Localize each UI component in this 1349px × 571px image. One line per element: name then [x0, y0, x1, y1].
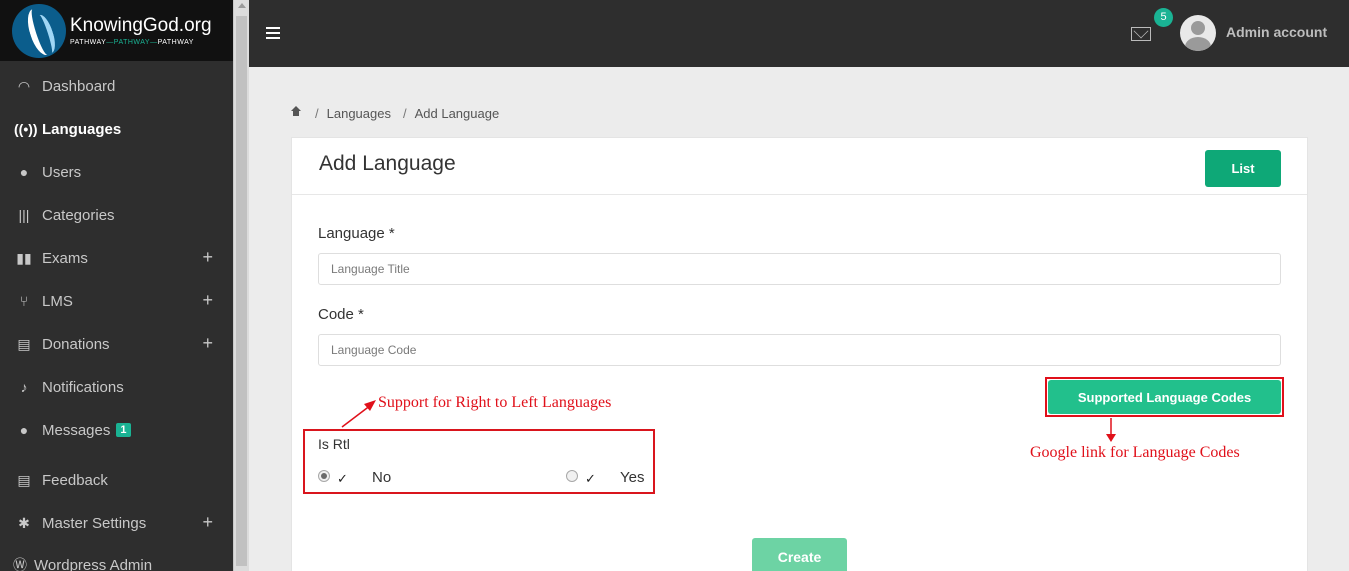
check-icon: ✓	[337, 471, 348, 486]
sidebar-item-feedback[interactable]: ▤ Feedback	[0, 465, 233, 495]
user-icon: ●	[19, 164, 29, 180]
sidebar-item-label: Master Settings	[42, 514, 147, 532]
gear-icon: ✱	[18, 514, 30, 531]
sidebar-item-lms[interactable]: ⑂ LMS +	[0, 286, 233, 316]
sidebar-item-label: Users	[42, 163, 82, 181]
rtl-no-radio[interactable]	[318, 470, 330, 482]
topbar: 5 Admin account	[249, 0, 1349, 67]
rtl-annotation: Support for Right to Left Languages	[378, 394, 612, 411]
account-name[interactable]: Admin account	[1226, 24, 1327, 40]
book-icon: ▮▮	[16, 249, 32, 266]
breadcrumb-separator: /	[315, 106, 319, 121]
sidebar-item-label: Feedback	[42, 471, 108, 489]
annotation-box-rtl	[303, 429, 655, 494]
breadcrumb-add-language: Add Language	[414, 106, 500, 121]
sidebar-item-label: Dashboard	[42, 77, 116, 95]
list-icon: ▤	[17, 471, 31, 488]
sidebar-item-users[interactable]: ● Users	[0, 157, 233, 187]
sidebar-item-label: LMS	[42, 292, 73, 310]
expand-plus-icon[interactable]: +	[202, 290, 213, 311]
rtl-yes-radio[interactable]	[566, 470, 578, 482]
sidebar-item-categories[interactable]: ||| Categories	[0, 200, 233, 230]
sidebar-item-label: Messages	[42, 421, 111, 439]
file-icon: ▤	[17, 335, 31, 352]
avatar[interactable]	[1180, 15, 1216, 51]
scrollbar-thumb[interactable]	[236, 16, 247, 566]
messages-badge: 1	[116, 423, 131, 437]
mail-count-badge: 5	[1154, 8, 1173, 27]
expand-plus-icon[interactable]: +	[202, 247, 213, 268]
sidebar: KnowingGod.org PATHWAY—PATHWAY—PATHWAY ◠…	[0, 0, 233, 571]
breadcrumb-languages[interactable]: Languages	[327, 106, 391, 121]
sidebar-item-exams[interactable]: ▮▮ Exams +	[0, 243, 233, 273]
list-button[interactable]: List	[1205, 150, 1281, 187]
gauge-icon: ◠	[17, 77, 31, 94]
codes-annotation: Google link for Language Codes	[1030, 444, 1240, 461]
wordpress-icon: Ⓦ	[13, 557, 27, 571]
is-rtl-label: Is Rtl	[318, 436, 350, 452]
expand-plus-icon[interactable]: +	[202, 512, 213, 533]
sidebar-item-label: Donations	[42, 335, 110, 353]
fork-icon: ⑂	[19, 293, 29, 309]
language-title-input[interactable]	[318, 253, 1281, 285]
check-icon: ✓	[585, 471, 596, 486]
brand-title: KnowingGod.org	[70, 15, 212, 36]
sidebar-item-label: Wordpress Admin	[34, 556, 153, 571]
sidebar-item-languages[interactable]: ((•)) Languages	[0, 114, 233, 144]
sidebar-item-messages[interactable]: ● Messages 1	[0, 415, 233, 445]
breadcrumb-separator: /	[402, 106, 407, 121]
scroll-up-icon[interactable]	[238, 3, 246, 8]
language-label: Language *	[318, 225, 395, 242]
sidebar-item-notifications[interactable]: ♪ Notifications	[0, 372, 233, 402]
sidebar-item-label: Exams	[42, 249, 88, 267]
rtl-yes-label: Yes	[620, 469, 645, 486]
home-icon[interactable]	[291, 106, 301, 118]
code-label: Code *	[318, 306, 364, 323]
logo-bar[interactable]: KnowingGod.org PATHWAY—PATHWAY—PATHWAY	[0, 0, 233, 61]
sidebar-item-master-settings[interactable]: ✱ Master Settings +	[0, 508, 233, 538]
brand-tagline: PATHWAY—PATHWAY—PATHWAY	[70, 39, 194, 46]
menu-toggle-icon[interactable]	[266, 27, 280, 42]
breadcrumb: / Languages / Add Language	[291, 106, 511, 121]
sidebar-scrollbar[interactable]	[233, 0, 249, 571]
sidebar-item-label: Languages	[42, 120, 122, 138]
card-header: Add Language List	[292, 138, 1307, 195]
sidebar-item-label: Categories	[42, 206, 115, 224]
create-button[interactable]: Create	[752, 538, 847, 571]
sidebar-item-dashboard[interactable]: ◠ Dashboard	[0, 71, 233, 101]
bell-icon: ♪	[20, 379, 28, 395]
logo-icon	[12, 3, 66, 58]
mail-icon[interactable]	[1131, 27, 1151, 41]
supported-language-codes-button[interactable]: Supported Language Codes	[1048, 380, 1281, 414]
sidebar-item-donations[interactable]: ▤ Donations +	[0, 329, 233, 359]
sidebar-item-label: Notifications	[42, 378, 124, 396]
language-code-input[interactable]	[318, 334, 1281, 366]
rtl-no-label: No	[372, 469, 392, 486]
sidebar-item-wordpress-admin[interactable]: Ⓦ Wordpress Admin	[0, 550, 233, 571]
chat-icon: ●	[19, 422, 29, 438]
bars-icon: |||	[18, 207, 30, 223]
expand-plus-icon[interactable]: +	[202, 333, 213, 354]
page-title: Add Language	[319, 152, 456, 175]
broadcast-icon: ((•))	[14, 121, 38, 137]
